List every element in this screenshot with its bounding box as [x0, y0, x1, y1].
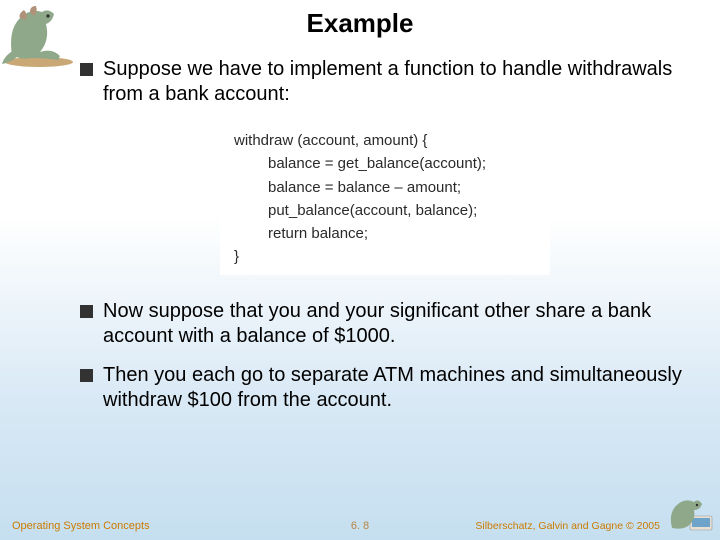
- code-line: withdraw (account, amount) {: [234, 129, 540, 152]
- footer-page-number: 6. 8: [351, 520, 369, 532]
- code-line: put_balance(account, balance);: [234, 199, 540, 222]
- code-snippet: withdraw (account, amount) { balance = g…: [220, 121, 550, 275]
- bullet-square-icon: [80, 305, 93, 318]
- code-line: return balance;: [234, 222, 540, 245]
- slide-title: Example: [0, 0, 720, 57]
- bullet-text: Now suppose that you and your significan…: [103, 299, 690, 349]
- footer-left-text: Operating System Concepts: [12, 520, 150, 532]
- bullet-item: Now suppose that you and your significan…: [80, 299, 690, 349]
- slide-content: Suppose we have to implement a function …: [0, 57, 720, 413]
- code-line: balance = get_balance(account);: [234, 152, 540, 175]
- slide-footer: Operating System Concepts 6. 8 Silbersch…: [0, 520, 720, 532]
- bullet-text: Suppose we have to implement a function …: [103, 57, 690, 107]
- code-line: balance = balance – amount;: [234, 176, 540, 199]
- dinosaur-illustration-top-left: [0, 0, 78, 68]
- footer-copyright: Silberschatz, Galvin and Gagne © 2005: [475, 520, 660, 532]
- bullet-item: Then you each go to separate ATM machine…: [80, 363, 690, 413]
- bullet-text: Then you each go to separate ATM machine…: [103, 363, 690, 413]
- bullet-square-icon: [80, 369, 93, 382]
- code-line: }: [234, 245, 540, 268]
- bullet-square-icon: [80, 63, 93, 76]
- bullet-item: Suppose we have to implement a function …: [80, 57, 690, 107]
